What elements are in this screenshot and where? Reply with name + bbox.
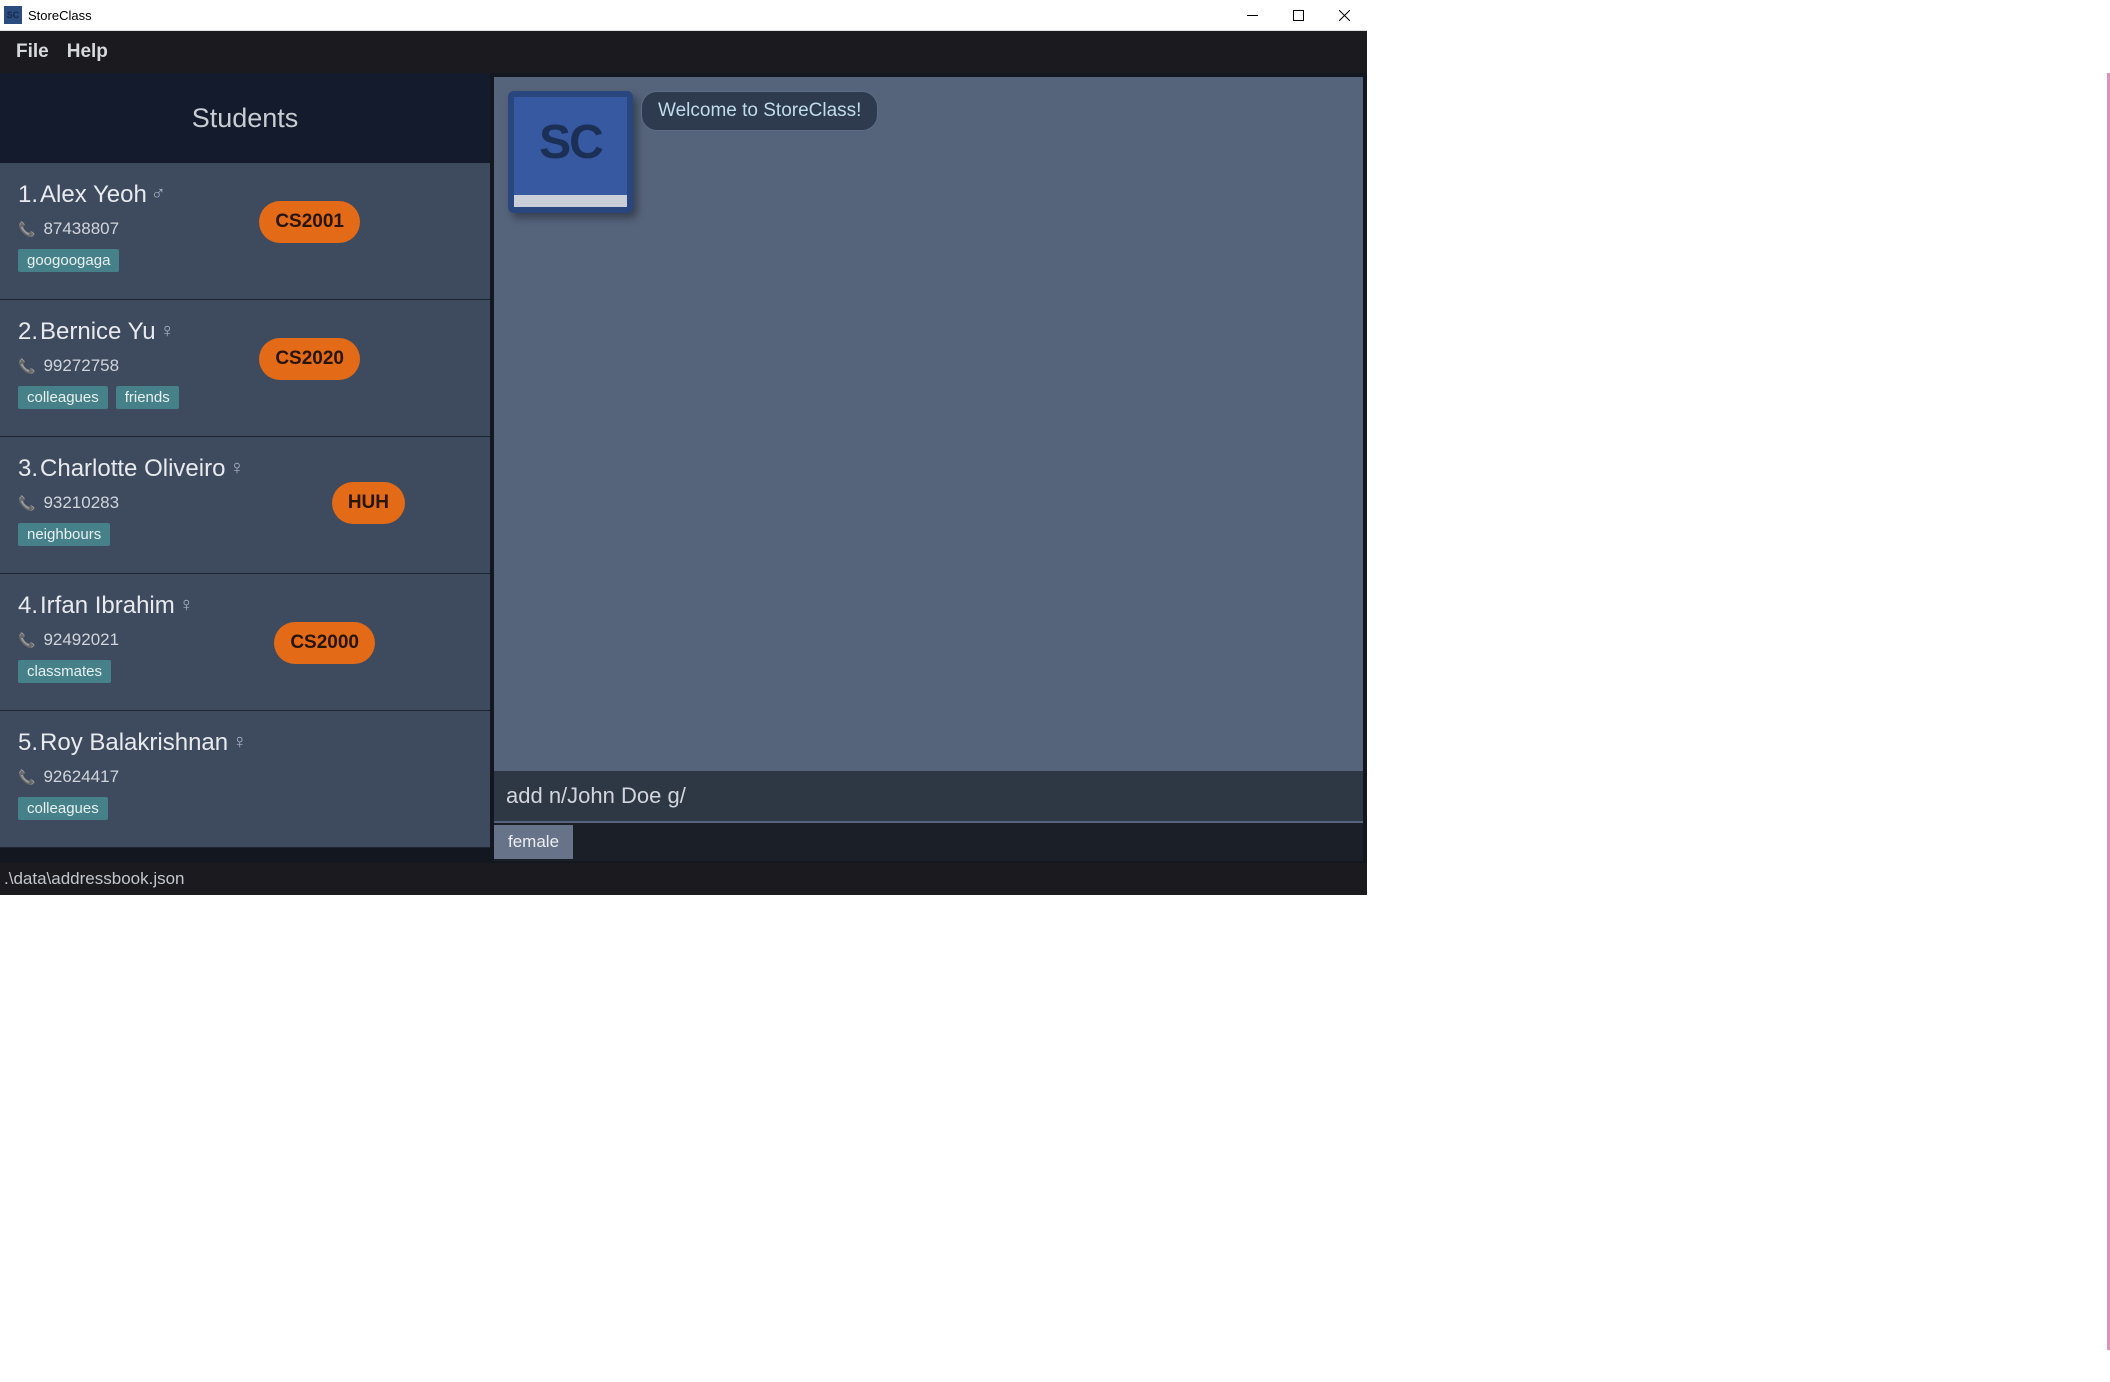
phone-icon: 📞 (18, 221, 35, 238)
message-area: SC Welcome to StoreClass! (494, 77, 1363, 771)
tag: classmates (18, 660, 111, 683)
phone-icon: 📞 (18, 358, 35, 375)
student-tags: classmates (18, 660, 472, 683)
female-icon: ♀ (229, 457, 244, 480)
minimize-button[interactable] (1229, 0, 1275, 30)
class-badge: CS2000 (274, 622, 375, 664)
student-tags: colleagues friends (18, 386, 472, 409)
status-path: .\data\addressbook.json (4, 869, 185, 889)
window-title: StoreClass (28, 8, 92, 23)
app-logo: SC (508, 91, 633, 213)
class-badge: CS2020 (259, 338, 360, 380)
student-name: 3. Charlotte Oliveiro♀ (18, 455, 472, 483)
tag: googoogaga (18, 249, 119, 272)
phone-icon: 📞 (18, 495, 35, 512)
phone-icon: 📞 (18, 632, 35, 649)
female-icon: ♀ (179, 594, 194, 617)
command-row (494, 771, 1363, 821)
student-card[interactable]: 3. Charlotte Oliveiro♀📞93210283neighbour… (0, 437, 490, 574)
students-list[interactable]: 1. Alex Yeoh♂ 📞87438807 googoogaga CS2001 2.… (0, 163, 490, 863)
student-name: 1. Alex Yeoh♂ (18, 181, 472, 209)
close-button[interactable] (1321, 0, 1367, 30)
student-tags: colleagues (18, 797, 472, 820)
suggestion-item[interactable]: female (494, 825, 573, 859)
student-name: 5. Roy Balakrishnan♀ (18, 729, 472, 757)
student-name: 4. Irfan Ibrahim♀ (18, 592, 472, 620)
class-badge: CS2001 (259, 201, 360, 243)
student-card[interactable]: 2. Bernice Yu♀ 📞99272758 colleagues friends… (0, 300, 490, 437)
menu-help[interactable]: Help (67, 41, 108, 63)
tag: friends (116, 386, 179, 409)
student-phone: 📞92624417 (18, 767, 472, 787)
app-logo-bar (514, 195, 627, 207)
male-icon: ♂ (151, 183, 166, 206)
students-sidebar: Students 1. Alex Yeoh♂ 📞87438807 googoogag… (0, 73, 490, 863)
welcome-message: Welcome to StoreClass! (641, 91, 878, 131)
student-name: 2. Bernice Yu♀ (18, 318, 472, 346)
student-tags: googoogaga (18, 249, 472, 272)
student-card[interactable]: 1. Alex Yeoh♂ 📞87438807 googoogaga CS2001 (0, 163, 490, 300)
suggestion-row: female (494, 823, 1363, 861)
class-badge: HUH (332, 482, 405, 524)
female-icon: ♀ (160, 320, 175, 343)
student-card[interactable]: 5. Roy Balakrishnan♀ 📞92624417 colleagues (0, 711, 490, 848)
command-input[interactable] (506, 783, 1351, 809)
phone-icon: 📞 (18, 769, 35, 786)
sidebar-header: Students (0, 73, 490, 163)
student-phone: 📞92492021 (18, 630, 472, 650)
titlebar: SC StoreClass (0, 0, 1367, 31)
tag: colleagues (18, 386, 108, 409)
student-phone: 📞99272758 (18, 356, 472, 376)
female-icon: ♀ (232, 731, 247, 754)
tag: neighbours (18, 523, 110, 546)
app-icon: SC (4, 6, 22, 24)
tag: colleagues (18, 797, 108, 820)
app-logo-text: SC (539, 115, 602, 170)
student-card[interactable]: 4. Irfan Ibrahim♀ 📞92492021 classmates CS20… (0, 574, 490, 711)
student-tags: neighbours (18, 523, 472, 546)
menu-file[interactable]: File (16, 41, 49, 63)
menubar: File Help (0, 31, 1367, 73)
main-panel: SC Welcome to StoreClass! female (494, 77, 1363, 861)
student-phone: 📞87438807 (18, 219, 472, 239)
maximize-button[interactable] (1275, 0, 1321, 30)
statusbar: .\data\addressbook.json (0, 863, 1367, 895)
